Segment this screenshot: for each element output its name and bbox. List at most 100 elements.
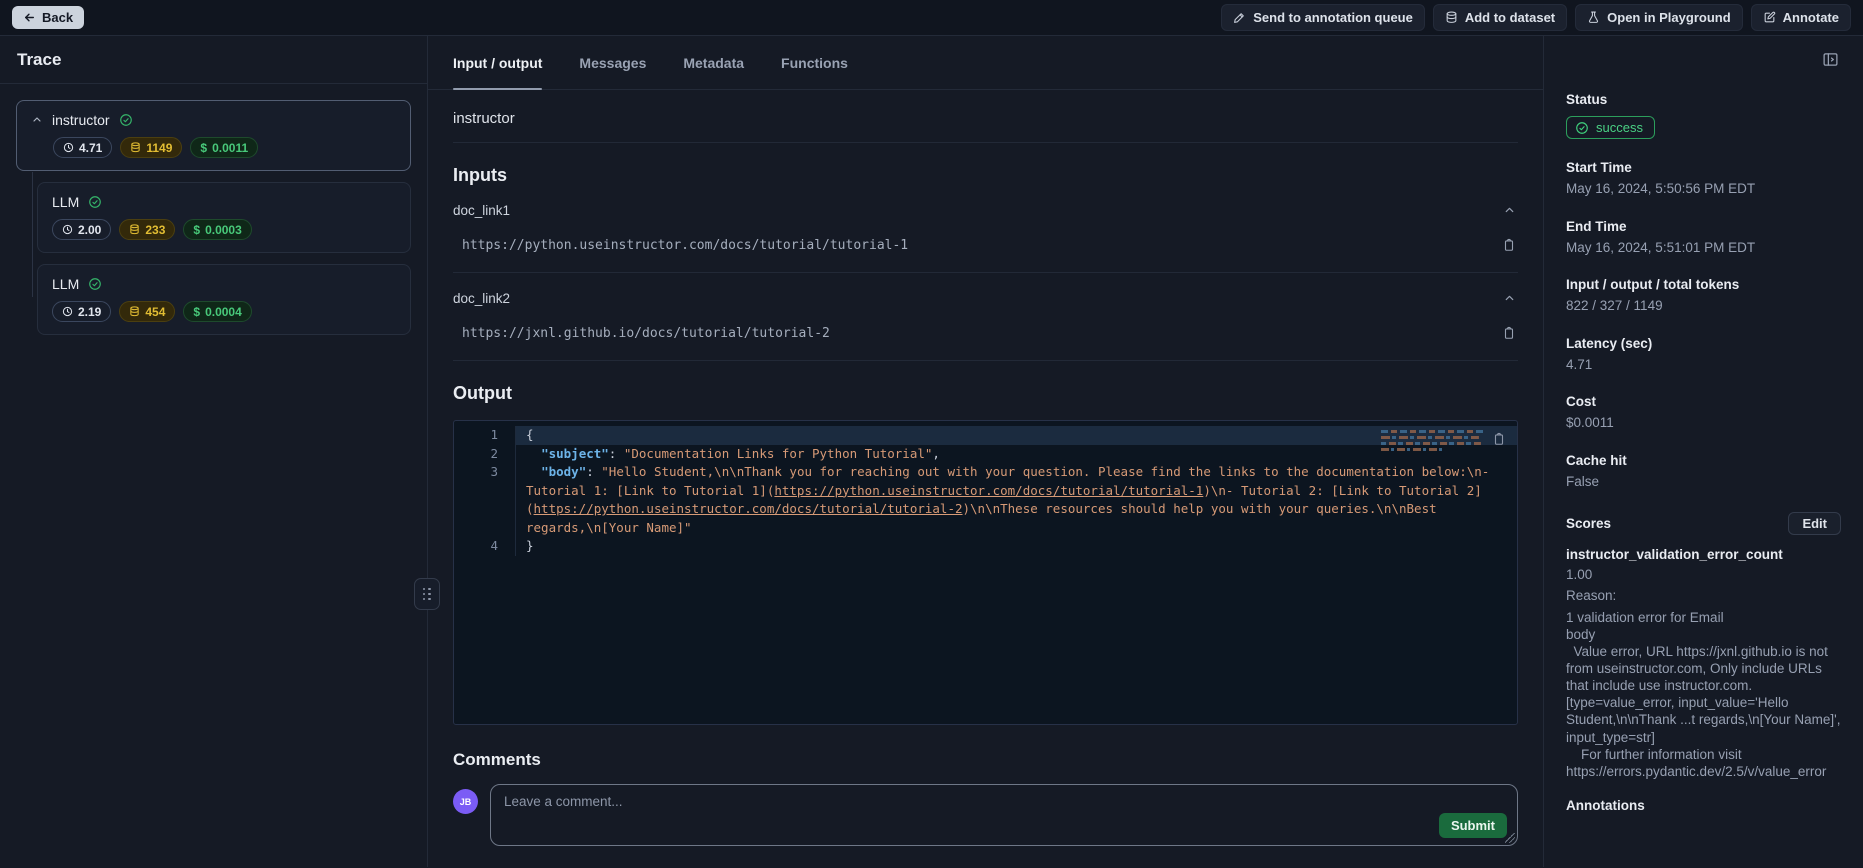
- comment-input[interactable]: [504, 794, 1504, 836]
- tokens-value: 454: [145, 305, 165, 319]
- score-reason-text: 1 validation error for Email body Value …: [1566, 609, 1841, 780]
- input-field-label: doc_link1: [453, 203, 510, 218]
- line-number: 1: [454, 426, 516, 445]
- json-key: "body": [541, 464, 586, 479]
- collapse-chevron-icon[interactable]: [1501, 202, 1518, 219]
- score-name: instructor_validation_error_count: [1566, 547, 1841, 562]
- cost-badge: $ 0.0004: [183, 301, 251, 322]
- cost-group: Cost $0.0011: [1566, 394, 1841, 432]
- input-field-label: doc_link2: [453, 291, 510, 306]
- success-check-icon: [88, 277, 102, 291]
- field-label: Cost: [1566, 394, 1841, 409]
- latency-value: 2.00: [78, 223, 101, 237]
- latency-group: Latency (sec) 4.71: [1566, 336, 1841, 374]
- trace-tree: instructor 4.71 1149 $: [0, 84, 427, 362]
- trace-node-badges: 2.19 454 $ 0.0004: [52, 301, 396, 322]
- main-content: Input / output Messages Metadata Functio…: [428, 36, 1543, 867]
- end-time-group: End Time May 16, 2024, 5:51:01 PM EDT: [1566, 219, 1841, 257]
- field-label: End Time: [1566, 219, 1841, 234]
- json-comma: ,: [932, 446, 940, 461]
- json-separator: :: [609, 446, 624, 461]
- tutorial-1-link[interactable]: https://python.useinstructor.com/docs/tu…: [774, 483, 1203, 498]
- tab-metadata[interactable]: Metadata: [683, 36, 744, 89]
- field-label: Latency (sec): [1566, 336, 1841, 351]
- inputs-heading: Inputs: [453, 165, 1518, 186]
- trace-node-llm-1[interactable]: LLM 2.00 233 $ 0.0: [37, 182, 411, 253]
- scores-heading: Scores: [1566, 516, 1611, 531]
- scores-header: Scores Edit: [1566, 512, 1841, 535]
- tokens-value: 1149: [146, 141, 172, 155]
- tab-input-output[interactable]: Input / output: [453, 36, 542, 89]
- tokens-group: Input / output / total tokens 822 / 327 …: [1566, 277, 1841, 315]
- annotations-heading: Annotations: [1566, 798, 1841, 813]
- back-button[interactable]: Back: [12, 6, 84, 29]
- dollar-icon: $: [200, 141, 207, 155]
- clock-icon: [62, 306, 73, 317]
- success-check-icon: [88, 195, 102, 209]
- copy-icon[interactable]: [1490, 430, 1508, 448]
- send-to-annotation-queue-button[interactable]: Send to annotation queue: [1221, 4, 1425, 31]
- trace-node-llm-2[interactable]: LLM 2.19 454 $ 0.0: [37, 264, 411, 335]
- code-line-text: }: [516, 537, 1517, 556]
- trace-node-instructor[interactable]: instructor 4.71 1149 $: [16, 100, 411, 171]
- annotate-label: Annotate: [1783, 10, 1839, 25]
- field-label: Start Time: [1566, 160, 1841, 175]
- field-value: 822 / 327 / 1149: [1566, 297, 1841, 315]
- clock-icon: [62, 224, 73, 235]
- topbar-actions: Send to annotation queue Add to dataset …: [1221, 4, 1851, 31]
- trace-node-badges: 4.71 1149 $ 0.0011: [53, 137, 396, 158]
- collapse-panel-icon[interactable]: [1820, 49, 1841, 70]
- database-icon: [129, 224, 140, 235]
- edit-scores-button[interactable]: Edit: [1788, 512, 1841, 535]
- tutorial-2-link[interactable]: https://python.useinstructor.com/docs/tu…: [534, 501, 963, 516]
- input-field-value: https://jxnl.github.io/docs/tutorial/tut…: [462, 326, 830, 341]
- latency-badge: 2.00: [52, 219, 111, 240]
- run-detail: instructor Inputs doc_link1 https://pyth…: [428, 90, 1543, 867]
- tab-functions[interactable]: Functions: [781, 36, 848, 89]
- dataset-icon: [1445, 11, 1458, 24]
- score-reason-label: Reason:: [1566, 587, 1841, 604]
- status-badge: success: [1566, 116, 1655, 139]
- add-to-dataset-button[interactable]: Add to dataset: [1433, 4, 1567, 31]
- status-label: Status: [1566, 92, 1841, 107]
- avatar: JB: [453, 789, 478, 814]
- database-icon: [130, 142, 141, 153]
- trace-node-badges: 2.00 233 $ 0.0003: [52, 219, 396, 240]
- panel-resize-handle[interactable]: [414, 578, 440, 610]
- run-title: instructor: [453, 90, 1518, 143]
- arrow-left-icon: [23, 11, 36, 24]
- trace-node-name: LLM: [52, 194, 79, 210]
- trace-title: Trace: [17, 50, 410, 70]
- input-field-doc-link1: doc_link1 https://python.useinstructor.c…: [453, 202, 1518, 273]
- success-check-icon: [1575, 121, 1589, 135]
- copy-icon[interactable]: [1500, 236, 1518, 254]
- chevron-up-icon[interactable]: [31, 114, 43, 126]
- submit-comment-button[interactable]: Submit: [1439, 813, 1507, 838]
- tree-connector-line: [32, 172, 33, 297]
- dollar-icon: $: [193, 223, 200, 237]
- status-value: success: [1596, 120, 1643, 135]
- copy-icon[interactable]: [1500, 324, 1518, 342]
- latency-value: 2.19: [78, 305, 101, 319]
- open-in-playground-button[interactable]: Open in Playground: [1575, 4, 1743, 31]
- grip-dots-icon: [423, 588, 432, 601]
- json-key: "subject": [541, 446, 609, 461]
- collapse-chevron-icon[interactable]: [1501, 290, 1518, 307]
- annotate-button[interactable]: Annotate: [1751, 4, 1851, 31]
- trace-node-name: LLM: [52, 276, 79, 292]
- open-in-playground-label: Open in Playground: [1607, 10, 1731, 25]
- tab-messages[interactable]: Messages: [579, 36, 646, 89]
- trace-node-name: instructor: [52, 112, 110, 128]
- tokens-badge: 454: [119, 301, 175, 322]
- cost-badge: $ 0.0011: [190, 137, 258, 158]
- tab-bar: Input / output Messages Metadata Functio…: [428, 36, 1543, 90]
- cost-value: 0.0011: [212, 141, 248, 155]
- code-line: 4 }: [454, 537, 1517, 556]
- input-field-doc-link2: doc_link2 https://jxnl.github.io/docs/tu…: [453, 290, 1518, 361]
- tokens-badge: 1149: [120, 137, 182, 158]
- output-code-block: 1 { 2 "subject": "Documentation Links fo…: [453, 420, 1518, 725]
- annotate-pen-icon: [1763, 11, 1776, 24]
- add-to-dataset-label: Add to dataset: [1465, 10, 1555, 25]
- tokens-badge: 233: [119, 219, 175, 240]
- resize-handle-icon[interactable]: [1505, 833, 1515, 843]
